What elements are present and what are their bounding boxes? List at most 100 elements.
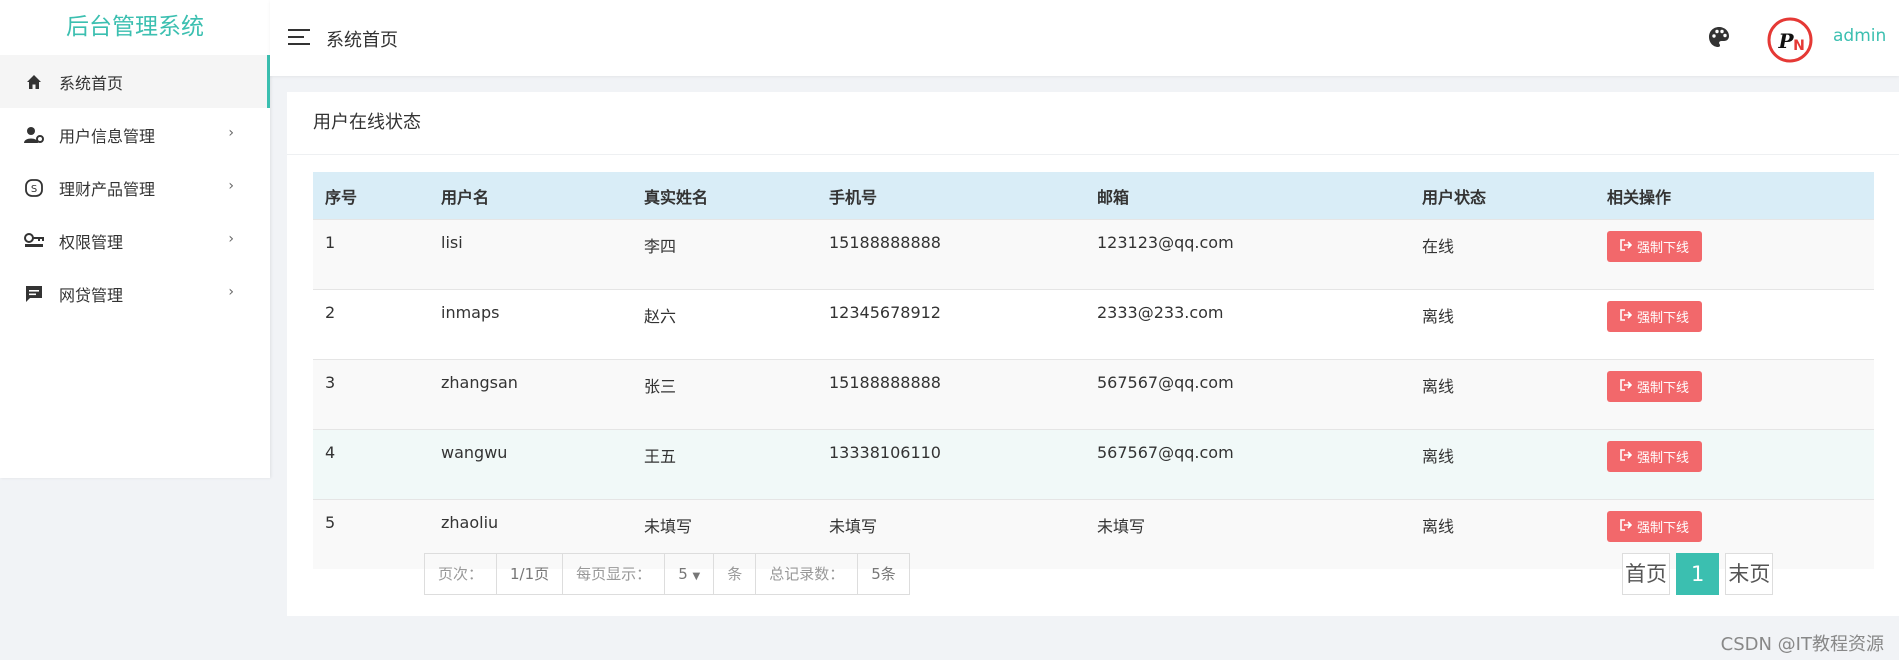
cell-email: 123123@qq.com bbox=[1085, 219, 1410, 290]
button-label: 强制下线 bbox=[1637, 451, 1690, 466]
last-page-button[interactable]: 末页 bbox=[1725, 553, 1774, 595]
table-row: 4 wangwu 王五 13338106110 567567@qq.com 离线… bbox=[313, 429, 1874, 500]
key-icon bbox=[24, 231, 44, 251]
brand-title: 后台管理系统 bbox=[66, 14, 204, 40]
cell-phone: 12345678912 bbox=[817, 289, 1085, 360]
cell-action: 强制下线 bbox=[1595, 359, 1874, 430]
chevron-right-icon: › bbox=[228, 231, 234, 247]
cell-status: 在线 bbox=[1410, 219, 1595, 290]
palette-icon[interactable] bbox=[1708, 26, 1732, 50]
cell-action: 强制下线 bbox=[1595, 219, 1874, 290]
watermark: CSDN @IT教程资源 bbox=[1720, 634, 1884, 655]
svg-text:S: S bbox=[31, 184, 37, 195]
cell-email: 未填写 bbox=[1085, 499, 1410, 569]
sidebar-item-user-info[interactable]: 用户信息管理 › bbox=[0, 108, 270, 161]
cell-realname: 李四 bbox=[632, 219, 817, 290]
per-page-value: 5 bbox=[678, 565, 688, 583]
per-page-label: 每页显示： bbox=[563, 554, 666, 594]
card-title: 用户在线状态 bbox=[287, 92, 1899, 155]
cell-status: 离线 bbox=[1410, 499, 1595, 569]
button-label: 强制下线 bbox=[1637, 311, 1690, 326]
column-header: 用户状态 bbox=[1410, 172, 1595, 220]
sidebar-item-finance[interactable]: S 理财产品管理 › bbox=[0, 161, 270, 214]
sign-out-icon bbox=[1620, 518, 1633, 535]
cell-realname: 赵六 bbox=[632, 289, 817, 360]
cell-phone: 15188888888 bbox=[817, 359, 1085, 430]
force-offline-button[interactable]: 强制下线 bbox=[1607, 371, 1703, 402]
menu-toggle-icon[interactable] bbox=[288, 29, 310, 47]
table-row: 2 inmaps 赵六 12345678912 2333@233.com 离线 … bbox=[313, 289, 1874, 360]
column-header: 相关操作 bbox=[1595, 172, 1874, 220]
sidebar-item-label: 理财产品管理 bbox=[59, 179, 156, 199]
cell-status: 离线 bbox=[1410, 429, 1595, 500]
svg-text:P: P bbox=[1777, 29, 1794, 53]
username-link[interactable]: admin bbox=[1833, 26, 1886, 46]
page-label: 页次： bbox=[425, 554, 498, 594]
cell-status: 离线 bbox=[1410, 289, 1595, 360]
force-offline-button[interactable]: 强制下线 bbox=[1607, 301, 1703, 332]
cell-username: inmaps bbox=[429, 289, 632, 360]
users-table: 序号 用户名 真实姓名 手机号 邮箱 用户状态 相关操作 1 lisi 李四 1… bbox=[313, 172, 1874, 569]
top-header: 系统首页 P N admin bbox=[270, 0, 1899, 76]
per-page-unit: 条 bbox=[714, 554, 757, 594]
cell-realname: 王五 bbox=[632, 429, 817, 500]
finance-icon: S bbox=[24, 178, 44, 198]
chevron-right-icon: › bbox=[228, 284, 234, 300]
sidebar-item-loan[interactable]: 网贷管理 › bbox=[0, 267, 270, 320]
sidebar-item-label: 用户信息管理 bbox=[59, 126, 156, 146]
cell-action: 强制下线 bbox=[1595, 289, 1874, 360]
svg-text:N: N bbox=[1793, 38, 1805, 54]
cell-no: 2 bbox=[313, 289, 429, 360]
home-icon bbox=[24, 72, 44, 92]
cell-no: 5 bbox=[313, 499, 429, 569]
online-status-card: 用户在线状态 序号 用户名 真实姓名 手机号 邮箱 用户状态 相关操作 1 li… bbox=[287, 92, 1899, 616]
chevron-right-icon: › bbox=[228, 125, 234, 141]
sidebar-item-permission[interactable]: 权限管理 › bbox=[0, 214, 270, 267]
chevron-right-icon: › bbox=[228, 178, 234, 194]
column-header: 邮箱 bbox=[1085, 172, 1410, 220]
sign-out-icon bbox=[1620, 238, 1633, 255]
button-label: 强制下线 bbox=[1637, 521, 1690, 536]
force-offline-button[interactable]: 强制下线 bbox=[1607, 231, 1703, 262]
per-page-select[interactable]: 5 ▼ bbox=[665, 554, 715, 594]
page-title: 系统首页 bbox=[326, 30, 398, 51]
sidebar-item-home[interactable]: 系统首页 bbox=[0, 55, 270, 108]
page-value: 1/1页 bbox=[497, 554, 564, 594]
force-offline-button[interactable]: 强制下线 bbox=[1607, 441, 1703, 472]
total-value: 5条 bbox=[871, 565, 896, 583]
sign-out-icon bbox=[1620, 448, 1633, 465]
sign-out-icon bbox=[1620, 308, 1633, 325]
pagination-nav: 首页 1 末页 bbox=[1622, 553, 1774, 595]
column-header: 手机号 bbox=[817, 172, 1085, 220]
cell-email: 2333@233.com bbox=[1085, 289, 1410, 360]
table-row: 1 lisi 李四 15188888888 123123@qq.com 在线 强… bbox=[313, 219, 1874, 290]
cell-status: 离线 bbox=[1410, 359, 1595, 430]
pagination-info: 页次： 1/1页 每页显示： 5 ▼ 条 总记录数： 5条 bbox=[424, 553, 910, 595]
column-header: 真实姓名 bbox=[632, 172, 817, 220]
cell-username: wangwu bbox=[429, 429, 632, 500]
avatar[interactable]: P N bbox=[1766, 16, 1814, 64]
caret-down-icon: ▼ bbox=[692, 571, 701, 582]
sidebar-item-label: 权限管理 bbox=[59, 232, 124, 252]
force-offline-button[interactable]: 强制下线 bbox=[1607, 511, 1703, 542]
cell-email: 567567@qq.com bbox=[1085, 359, 1410, 430]
message-icon bbox=[24, 284, 44, 304]
table-header-row: 序号 用户名 真实姓名 手机号 邮箱 用户状态 相关操作 bbox=[313, 172, 1874, 220]
sign-out-icon bbox=[1620, 378, 1633, 395]
cell-realname: 张三 bbox=[632, 359, 817, 430]
cell-username: lisi bbox=[429, 219, 632, 290]
sidebar: 后台管理系统 系统首页 用户信息管理 › S 理财产品管理 › 权限管理 › 网… bbox=[0, 0, 270, 478]
sidebar-item-label: 系统首页 bbox=[59, 73, 124, 93]
button-label: 强制下线 bbox=[1637, 381, 1690, 396]
cell-phone: 15188888888 bbox=[817, 219, 1085, 290]
user-settings-icon bbox=[24, 125, 44, 145]
cell-no: 3 bbox=[313, 359, 429, 430]
total-label: 总记录数： bbox=[756, 554, 859, 594]
cell-no: 4 bbox=[313, 429, 429, 500]
cell-username: zhangsan bbox=[429, 359, 632, 430]
first-page-button[interactable]: 首页 bbox=[1622, 553, 1670, 595]
current-page-button[interactable]: 1 bbox=[1676, 553, 1720, 595]
sidebar-item-label: 网贷管理 bbox=[59, 285, 124, 305]
column-header: 序号 bbox=[313, 172, 429, 220]
table-row: 3 zhangsan 张三 15188888888 567567@qq.com … bbox=[313, 359, 1874, 430]
